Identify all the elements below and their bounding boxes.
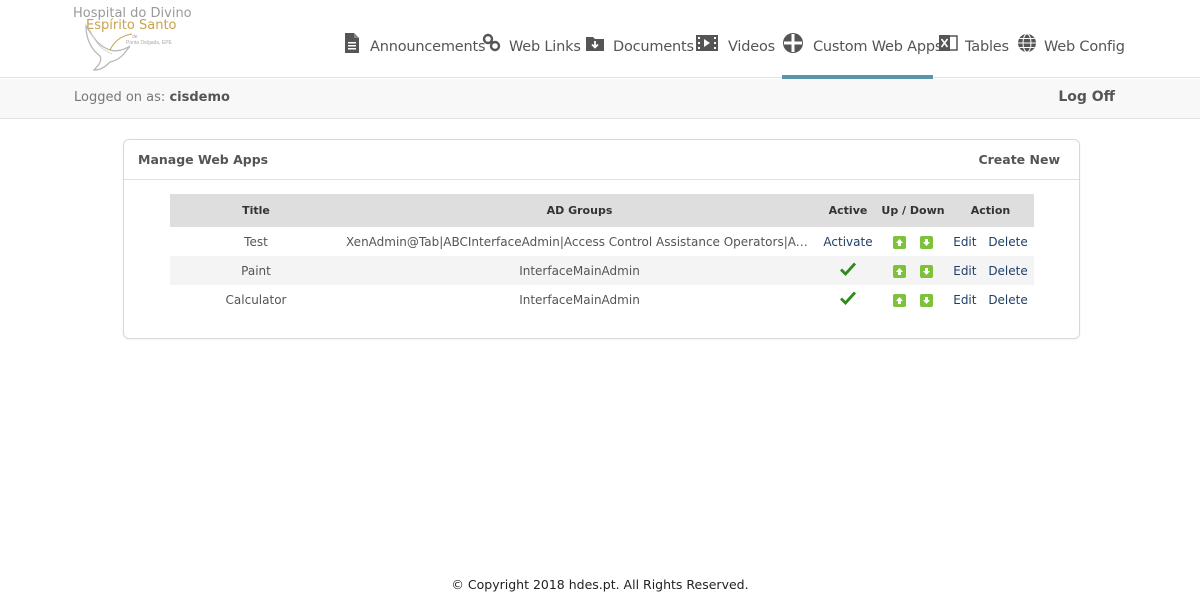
row-ad-groups: InterfaceMainAdmin	[519, 292, 640, 307]
nav-label: Documents	[613, 39, 694, 55]
header-active: Active	[828, 204, 868, 217]
header-up-down: Up / Down	[881, 204, 945, 217]
edit-link[interactable]: Edit	[953, 264, 976, 278]
nav-videos[interactable]: Videos	[695, 30, 775, 78]
delete-link[interactable]: Delete	[988, 293, 1027, 307]
header-title: Title	[242, 204, 270, 217]
document-icon	[345, 33, 359, 53]
dove-icon	[85, 23, 133, 71]
log-off-link[interactable]: Log Off	[1058, 89, 1115, 105]
subheader: Logged on as: cisdemo Log Off	[0, 79, 1200, 119]
check-icon	[840, 262, 857, 277]
web-apps-table: Title AD Groups Active Up / Down Action …	[170, 194, 1034, 314]
nav-tables[interactable]: Tables	[938, 30, 1009, 78]
delete-link[interactable]: Delete	[988, 235, 1027, 249]
logged-on-info: Logged on as: cisdemo	[74, 90, 230, 105]
row-title: Test	[244, 234, 268, 249]
move-down-icon[interactable]	[920, 293, 933, 307]
row-ad-groups: InterfaceMainAdmin	[519, 263, 640, 278]
username: cisdemo	[169, 90, 230, 105]
row-ad-groups: XenAdmin@Tab|ABCInterfaceAdmin|Access Co…	[346, 234, 817, 249]
activate-link[interactable]: Activate	[823, 235, 872, 249]
nav-web-links[interactable]: Web Links	[482, 30, 581, 78]
nav-label: Web Links	[509, 39, 581, 55]
nav-label: Tables	[965, 39, 1009, 55]
panel-header: Manage Web Apps Create New	[124, 140, 1079, 180]
move-up-icon[interactable]	[893, 293, 906, 307]
nav-label: Custom Web Apps	[813, 39, 943, 55]
link-icon	[482, 33, 501, 52]
delete-link[interactable]: Delete	[988, 264, 1027, 278]
header-action: Action	[970, 204, 1011, 217]
nav-label: Videos	[728, 39, 775, 55]
move-up-icon[interactable]	[893, 264, 906, 278]
table-row: Calculator InterfaceMainAdmin Edit Delet…	[170, 285, 1034, 314]
table-header-row: Title AD Groups Active Up / Down Action	[170, 194, 1034, 227]
move-down-icon[interactable]	[920, 235, 933, 249]
folder-download-icon	[586, 37, 604, 51]
header: Hospital do Divino Espírito Santo de Pon…	[0, 0, 1200, 79]
create-new-link[interactable]: Create New	[978, 152, 1060, 167]
edit-link[interactable]: Edit	[953, 293, 976, 307]
logged-on-label: Logged on as:	[74, 90, 166, 105]
globe-icon	[1018, 33, 1036, 53]
nav-announcements[interactable]: Announcements	[342, 30, 486, 78]
edit-link[interactable]: Edit	[953, 235, 976, 249]
footer-copyright: © Copyright 2018 hdes.pt. All Rights Res…	[451, 577, 749, 592]
excel-icon	[939, 35, 958, 51]
grid-circle-icon	[783, 33, 803, 53]
row-title: Calculator	[225, 292, 287, 307]
check-icon	[840, 291, 857, 306]
nav-label: Web Config	[1044, 39, 1125, 55]
hospital-logo[interactable]: Hospital do Divino Espírito Santo de Pon…	[70, 4, 200, 74]
nav-custom-web-apps[interactable]: Custom Web Apps	[782, 30, 942, 79]
row-title: Paint	[241, 263, 271, 278]
panel-title: Manage Web Apps	[138, 152, 269, 167]
move-down-icon[interactable]	[920, 264, 933, 278]
header-ad-groups: AD Groups	[546, 204, 613, 217]
table-row: Paint InterfaceMainAdmin Edit Delete	[170, 256, 1034, 285]
move-up-icon[interactable]	[893, 235, 906, 249]
manage-web-apps-panel: Manage Web Apps Create New Title AD Grou…	[123, 139, 1080, 339]
nav-web-config[interactable]: Web Config	[1017, 30, 1125, 78]
nav-documents[interactable]: Documents	[585, 30, 694, 78]
film-icon	[696, 35, 718, 51]
nav-label: Announcements	[370, 39, 486, 55]
table-row: Test XenAdmin@Tab|ABCInterfaceAdmin|Acce…	[170, 227, 1034, 256]
